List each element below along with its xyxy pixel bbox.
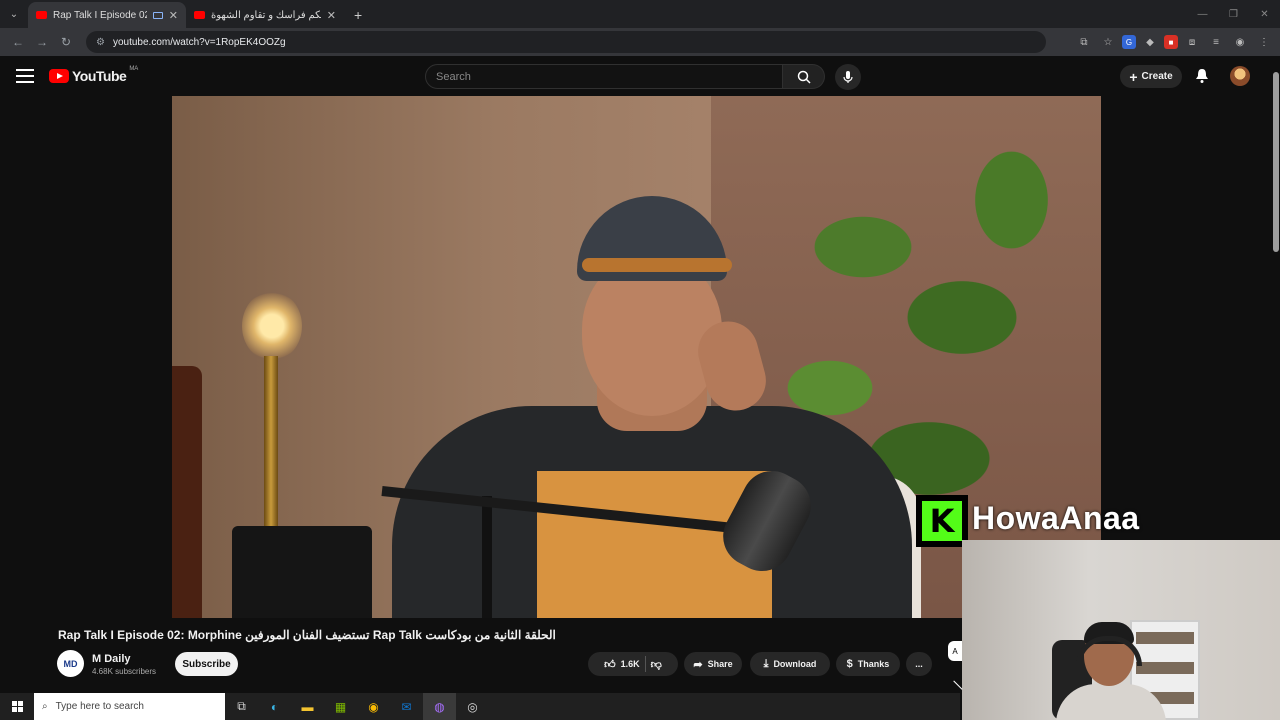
obs-icon[interactable]: ◎ <box>456 693 489 720</box>
kick-logo: K <box>916 495 968 547</box>
share-button[interactable]: ➦ Share <box>684 652 742 676</box>
windows-taskbar: ⌕ Type here to search ⧉ ◐ ▬ ▦ ◉ ✉ ◍ ◎ <box>0 693 960 720</box>
edge-icon[interactable]: ◐ <box>258 693 291 720</box>
share-icon: ➦ <box>693 658 703 671</box>
search-button[interactable] <box>783 64 825 89</box>
reload-icon[interactable]: ↻ <box>54 30 78 54</box>
minimize-icon[interactable]: — <box>1187 0 1218 28</box>
close-tab-icon[interactable]: ✕ <box>327 9 336 22</box>
webcam-overlay <box>962 540 1280 720</box>
channel-avatar[interactable]: MD <box>57 650 84 677</box>
webcam-streamer <box>1056 622 1166 720</box>
messenger-icon[interactable]: ◍ <box>423 693 456 720</box>
video-scene <box>172 366 202 618</box>
youtube-play-icon <box>49 69 69 83</box>
outlook-icon[interactable]: ✉ <box>390 693 423 720</box>
site-info-icon[interactable]: ⚙ <box>96 37 105 48</box>
download-icon: ⤓ <box>763 657 769 670</box>
account-avatar[interactable] <box>1230 66 1250 86</box>
divider <box>644 656 646 672</box>
side-badge[interactable]: A <box>948 641 962 661</box>
translate-extension-icon[interactable]: G <box>1122 35 1136 49</box>
install-app-icon[interactable]: ⧉ <box>1074 32 1094 52</box>
notifications-button[interactable] <box>1192 66 1212 86</box>
create-label: Create <box>1141 71 1173 82</box>
create-button[interactable]: + Create <box>1120 65 1182 88</box>
country-code: MA <box>129 66 139 72</box>
close-window-icon[interactable]: ✕ <box>1249 0 1280 28</box>
thanks-button[interactable]: $ Thanks <box>836 652 900 676</box>
address-bar[interactable]: ⚙ youtube.com/watch?v=1RopEK4OOZg <box>86 31 1046 53</box>
windows-logo-icon <box>11 701 23 712</box>
browser-toolbar: ← → ↻ ⚙ youtube.com/watch?v=1RopEK4OOZg … <box>0 28 1280 56</box>
tab-title: Rap Talk I Episode 02: Morphine <box>53 9 147 21</box>
tab-active[interactable]: Rap Talk I Episode 02: Morphine ✕ <box>28 2 186 28</box>
tab-title: كيفاش تحكم فراسك و تقاوم الشهوة <box>211 9 321 21</box>
search-icon: ⌕ <box>42 701 48 712</box>
dislike-button[interactable]: 👎︎ <box>651 658 662 671</box>
video-title: Rap Talk I Episode 02: Morphine تستضيف ا… <box>58 628 556 642</box>
close-tab-icon[interactable]: ✕ <box>169 9 178 22</box>
thumbs-down-icon: 👎︎ <box>650 658 662 671</box>
logo-text: YouTube <box>72 68 127 84</box>
bell-icon <box>1196 69 1208 83</box>
channel-name[interactable]: M Daily <box>92 653 131 665</box>
subscribe-button[interactable]: Subscribe <box>175 652 238 676</box>
like-dislike-group: 👍︎ 1.6K 👎︎ <box>588 652 678 676</box>
forward-icon[interactable]: → <box>30 30 54 54</box>
share-label: Share <box>707 659 733 669</box>
youtube-favicon-icon <box>194 11 205 19</box>
channel-subscribers: 4.68K subscribers <box>92 667 157 676</box>
youtube-favicon-icon <box>36 11 47 19</box>
download-label: Download <box>773 659 817 669</box>
start-button[interactable] <box>0 693 34 720</box>
url-text: youtube.com/watch?v=1RopEK4OOZg <box>112 36 286 48</box>
window-controls: — ❐ ✕ <box>1187 0 1280 28</box>
more-actions-button[interactable]: ... <box>906 652 932 676</box>
hamburger-menu-icon[interactable] <box>16 66 34 86</box>
extension-icon[interactable]: ◆ <box>1140 32 1160 52</box>
like-count: 1.6K <box>620 659 640 669</box>
extensions-puzzle-icon[interactable]: ⧈ <box>1182 32 1202 52</box>
tab-inactive[interactable]: كيفاش تحكم فراسك و تقاوم الشهوة ✕ <box>186 2 344 28</box>
thumbs-up-icon: 👍︎ <box>604 658 616 671</box>
task-view-icon[interactable]: ⧉ <box>225 693 258 720</box>
browser-tabstrip: ⌄ Rap Talk I Episode 02: Morphine ✕ كيفا… <box>0 0 1280 28</box>
file-explorer-icon[interactable]: ▬ <box>291 693 324 720</box>
download-button[interactable]: ⤓ Download <box>750 652 830 676</box>
new-tab-button[interactable]: + <box>354 2 362 28</box>
chrome-icon[interactable]: ◉ <box>357 693 390 720</box>
search-input[interactable]: Search <box>425 64 783 89</box>
video-scene <box>232 526 372 618</box>
youtube-header: YouTube MA Search <box>0 56 1280 96</box>
profile-icon[interactable]: ◉ <box>1230 32 1250 52</box>
restore-icon[interactable]: ❐ <box>1218 0 1249 28</box>
video-scene <box>242 291 302 361</box>
search-icon <box>797 70 811 84</box>
menu-kebab-icon[interactable]: ⋮ <box>1254 32 1274 52</box>
thanks-icon: $ <box>846 658 853 670</box>
voice-search-button[interactable] <box>835 64 861 90</box>
kick-logo-letter: K <box>922 501 962 541</box>
tab-search-button[interactable]: ⌄ <box>0 0 28 28</box>
video-person <box>372 196 912 618</box>
youtube-logo[interactable]: YouTube MA <box>49 66 139 84</box>
reading-list-icon[interactable]: ≡ <box>1206 32 1226 52</box>
store-icon[interactable]: ▦ <box>324 693 357 720</box>
search-bar: Search <box>425 64 825 89</box>
microphone-icon <box>843 71 853 83</box>
thanks-label: Thanks <box>857 659 890 669</box>
cast-icon <box>152 11 163 19</box>
streamer-name: HowaAnaa <box>972 500 1140 536</box>
scrollbar-thumb[interactable] <box>1273 72 1279 252</box>
plus-icon: + <box>1129 68 1138 85</box>
taskbar-search-placeholder: Type here to search <box>55 701 144 712</box>
more-icon: ... <box>915 659 923 669</box>
toolbar-icons: ⧉ ☆ G ◆ ■ ⧈ ≡ ◉ ⋮ <box>1074 32 1274 52</box>
red-extension-icon[interactable]: ■ <box>1164 35 1178 49</box>
bookmark-star-icon[interactable]: ☆ <box>1098 32 1118 52</box>
taskbar-search[interactable]: ⌕ Type here to search <box>34 693 225 720</box>
back-icon[interactable]: ← <box>6 30 30 54</box>
like-button[interactable]: 👍︎ 1.6K <box>604 658 640 671</box>
